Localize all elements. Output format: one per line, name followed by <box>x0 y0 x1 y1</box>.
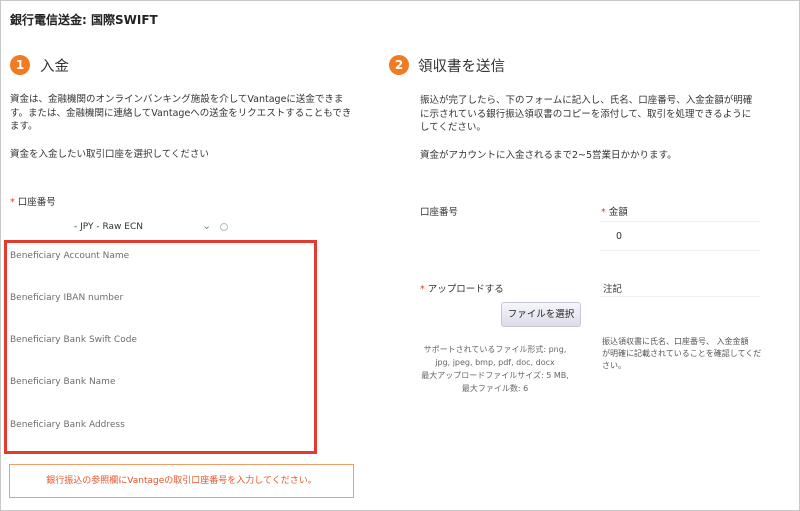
amount-value: 0 <box>616 231 623 242</box>
step-1-title: 入金 <box>40 59 69 75</box>
step-1-description-line: す。または、金融機関に連絡してVantageへの送金をリクエストすることもでき <box>10 107 352 119</box>
select-account-prompt: 資金を入金したい取引口座を選択してください <box>10 149 209 160</box>
account-number-label: * 口座番号 <box>10 194 56 208</box>
required-marker: * <box>601 207 606 218</box>
receipt-account-number-label: 口座番号 <box>420 207 459 218</box>
memo-input[interactable] <box>600 296 760 326</box>
memo-hint-line: 振込領収書に氏名、口座番号、 入金金額 <box>602 337 749 346</box>
memo-hint-line: が明確に記載されていることを確認してくだ <box>602 349 762 358</box>
supported-formats: サポートされているファイル形式: png, <box>423 345 567 354</box>
account-number-label-text: 口座番号 <box>17 197 56 208</box>
memo-hint-line: さい。 <box>602 361 626 370</box>
beneficiary-account-name: Beneficiary Account Name <box>10 251 130 261</box>
step-2-badge: 2 <box>389 55 409 75</box>
upload-requirements: サポートされているファイル形式: png, jpg, jpeg, bmp, pd… <box>410 343 580 395</box>
page-title: 銀行電信送金: 国際SWIFT <box>10 13 158 27</box>
amount-input[interactable]: 0 <box>600 221 760 251</box>
step-2-description-line: 振込が完了したら、下のフォームに記入し、氏名、口座番号、入金金額が明確 <box>420 95 753 106</box>
account-select-value: - JPY - Raw ECN <box>74 222 143 232</box>
chevron-down-icon[interactable]: ⌄ <box>202 219 211 232</box>
step-1-description-line: 資金は、金融機関のオンラインバンキング施設を介してVantageに送金できま <box>10 94 344 105</box>
beneficiary-bank-address: Beneficiary Bank Address <box>10 420 125 430</box>
beneficiary-bank-swift-code: Beneficiary Bank Swift Code <box>10 335 137 345</box>
upload-label-text: アップロードする <box>427 284 504 295</box>
info-icon <box>220 223 228 231</box>
step-1-description: 資金は、金融機関のオンラインバンキング施設を介してVantageに送金できま す… <box>10 93 351 134</box>
step-2-description: 振込が完了したら、下のフォームに記入し、氏名、口座番号、入金金額が明確 に示され… <box>420 94 752 135</box>
required-marker: * <box>420 284 425 295</box>
choose-file-button[interactable]: ファイルを選択 <box>501 302 581 327</box>
step-2-description-line: に示されている銀行振込領収書のコピーを添付して、取引を処理できるように <box>420 108 752 120</box>
account-select[interactable]: - JPY - Raw ECN ⌄ <box>60 218 235 236</box>
step-1-description-line: ます。 <box>10 121 38 132</box>
reference-notice: 銀行振込の参照欄にVantageの取引口座番号を入力してください。 <box>9 464 354 498</box>
max-upload-size: 最大アップロードファイルサイズ: 5 MB, <box>421 371 569 380</box>
amount-label-text: 金額 <box>608 207 628 218</box>
memo-hint: 振込領収書に氏名、口座番号、 入金金額 が明確に記載されていることを確認してくだ… <box>602 336 761 372</box>
processing-time-note: 資金がアカウントに入金されるまで2~5営業日かかります。 <box>420 150 677 161</box>
step-2-title: 領収書を送信 <box>418 59 505 75</box>
supported-formats: jpg, jpeg, bmp, pdf, doc, docx <box>435 358 555 367</box>
memo-label: 注記 <box>603 284 623 295</box>
beneficiary-iban-number: Beneficiary IBAN number <box>10 293 124 303</box>
upload-label: * アップロードする <box>420 281 504 295</box>
beneficiary-bank-name: Beneficiary Bank Name <box>10 377 116 387</box>
max-file-count: 最大ファイル数: 6 <box>461 384 529 393</box>
amount-label: * 金額 <box>601 204 628 218</box>
required-marker: * <box>10 197 15 208</box>
step-1-badge: 1 <box>10 55 30 75</box>
step-2-description-line: してください。 <box>420 122 486 133</box>
